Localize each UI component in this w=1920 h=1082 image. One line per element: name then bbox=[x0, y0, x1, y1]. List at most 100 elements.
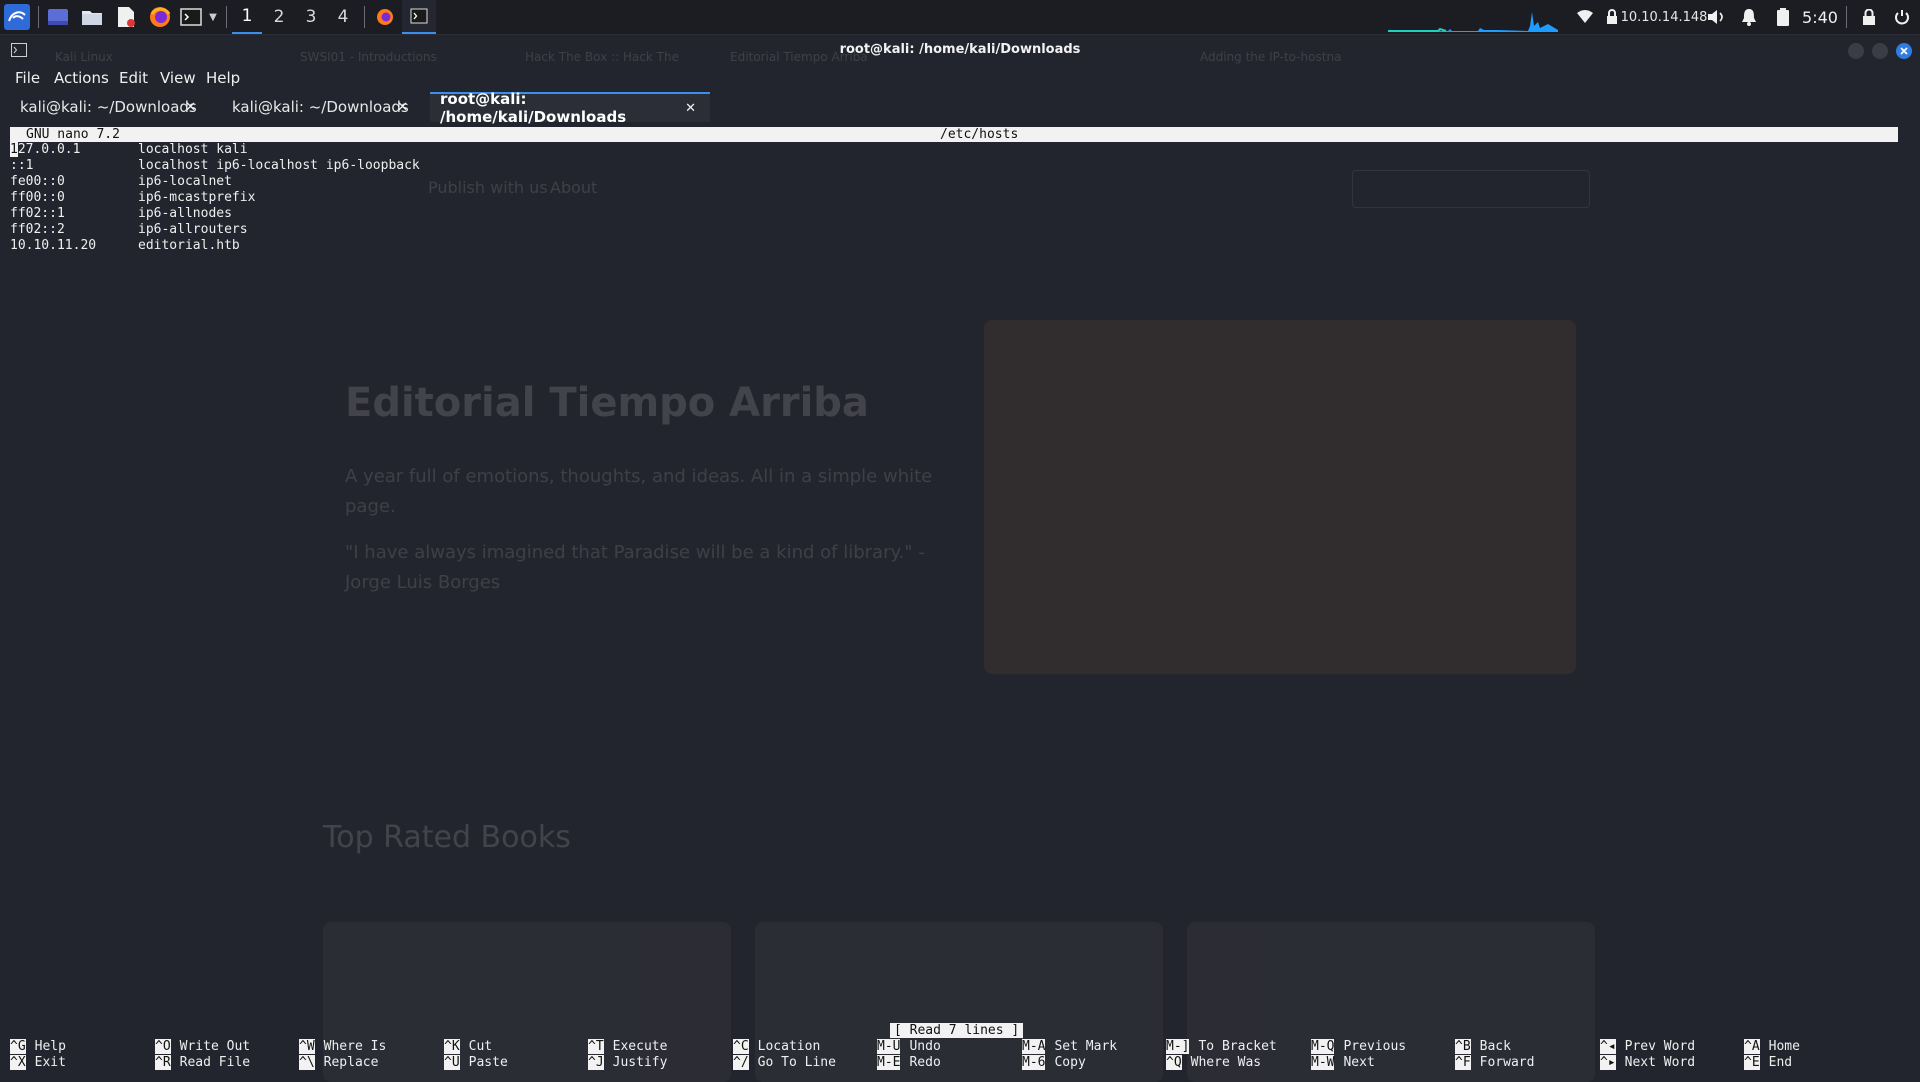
menu-edit[interactable]: Edit bbox=[119, 66, 148, 90]
panel-separator bbox=[364, 6, 365, 28]
notification-bell-icon[interactable] bbox=[1736, 0, 1762, 34]
close-tab-icon[interactable]: ✕ bbox=[397, 100, 408, 115]
text-editor-icon[interactable] bbox=[112, 0, 140, 34]
shortcut-label: Write Out bbox=[179, 1039, 251, 1054]
network-graph bbox=[1388, 0, 1558, 34]
nano-shortcut[interactable]: ^Q Where Was bbox=[1166, 1055, 1261, 1071]
bg-hero-title: Editorial Tiempo Arriba bbox=[345, 380, 869, 426]
close-tab-icon[interactable]: ✕ bbox=[685, 101, 696, 116]
hosts-line[interactable]: 10.10.11.20 editorial.htb bbox=[10, 238, 240, 254]
wifi-icon[interactable] bbox=[1574, 0, 1596, 34]
nano-shortcut[interactable]: M-W Next bbox=[1311, 1055, 1375, 1071]
hosts-line[interactable]: fe00::0 ip6-localnet bbox=[10, 174, 232, 190]
firefox-icon[interactable] bbox=[146, 0, 174, 34]
nano-version: GNU nano 7.2 bbox=[26, 127, 120, 142]
shortcut-label: Next Word bbox=[1624, 1055, 1696, 1070]
nano-shortcut[interactable]: M-Q Previous bbox=[1311, 1039, 1406, 1055]
file-manager-icon[interactable] bbox=[78, 0, 106, 34]
menu-help[interactable]: Help bbox=[206, 66, 240, 90]
clock[interactable]: 5:40 bbox=[1800, 0, 1840, 34]
shortcut-key: ^◂ bbox=[1600, 1039, 1616, 1054]
hosts-line[interactable]: 127.0.0.1 localhost kali bbox=[10, 142, 248, 158]
hosts-line[interactable]: ff00::0 ip6-mcastprefix bbox=[10, 190, 255, 206]
power-icon[interactable] bbox=[1888, 0, 1916, 34]
shortcut-key: ^E bbox=[1744, 1055, 1760, 1070]
terminal-tab-1[interactable]: kali@kali: ~/Downloads ✕ bbox=[10, 92, 210, 122]
nano-shortcut[interactable]: ^X Exit bbox=[10, 1055, 66, 1071]
nano-shortcut[interactable]: ^W Where Is bbox=[299, 1039, 386, 1055]
bg-hero-text: A year full of emotions, thoughts, and i… bbox=[345, 466, 933, 517]
shortcut-key: M-Q bbox=[1311, 1039, 1335, 1054]
workspace-1[interactable]: 1 bbox=[232, 0, 262, 34]
nano-shortcut[interactable]: M-U Undo bbox=[877, 1039, 941, 1055]
volume-icon[interactable] bbox=[1704, 0, 1730, 34]
nano-shortcut[interactable]: ^◂ Prev Word bbox=[1600, 1039, 1695, 1055]
menu-file[interactable]: File bbox=[15, 66, 40, 90]
close-window-button[interactable] bbox=[1896, 43, 1912, 59]
nano-shortcut[interactable]: M-A Set Mark bbox=[1022, 1039, 1117, 1055]
hosts-line[interactable]: ff02::1 ip6-allnodes bbox=[10, 206, 232, 222]
nano-shortcut[interactable]: ^\ Replace bbox=[299, 1055, 378, 1071]
menu-view[interactable]: View bbox=[160, 66, 196, 90]
nano-shortcut[interactable]: ^B Back bbox=[1455, 1039, 1511, 1055]
nano-status-message: [ Read 7 lines ] bbox=[890, 1023, 1024, 1038]
shortcut-label: Read File bbox=[179, 1055, 251, 1070]
shortcut-label: Back bbox=[1479, 1039, 1511, 1054]
nano-shortcut[interactable]: ^J Justify bbox=[588, 1055, 667, 1071]
nano-shortcut[interactable]: ^G Help bbox=[10, 1039, 66, 1055]
shortcut-label: Set Mark bbox=[1054, 1039, 1118, 1054]
menu-actions[interactable]: Actions bbox=[54, 66, 109, 90]
terminal-launcher-icon[interactable] bbox=[178, 0, 204, 34]
nano-shortcut[interactable]: ^E End bbox=[1744, 1055, 1792, 1071]
taskbar-firefox-icon[interactable] bbox=[372, 0, 398, 34]
nano-shortcut[interactable]: ^R Read File bbox=[155, 1055, 250, 1071]
nano-shortcut[interactable]: M-] To Bracket bbox=[1166, 1039, 1277, 1055]
workspace-3[interactable]: 3 bbox=[296, 0, 326, 34]
shortcut-key: M-U bbox=[877, 1039, 901, 1054]
nano-shortcut[interactable]: ^A Home bbox=[1744, 1039, 1800, 1055]
shortcut-key: ^Q bbox=[1166, 1055, 1182, 1070]
nano-shortcut[interactable]: ^F Forward bbox=[1455, 1055, 1534, 1071]
nano-shortcut[interactable]: ^C Location bbox=[733, 1039, 820, 1055]
nano-shortcut[interactable]: ^▸ Next Word bbox=[1600, 1055, 1695, 1071]
shortcut-label: Forward bbox=[1479, 1055, 1535, 1070]
kali-menu-icon[interactable] bbox=[2, 0, 32, 34]
shortcut-label: Execute bbox=[612, 1039, 668, 1054]
shortcut-key: ^X bbox=[10, 1055, 26, 1070]
tab-label: kali@kali: ~/Downloads bbox=[232, 98, 409, 116]
shortcut-key: ^W bbox=[299, 1039, 315, 1054]
shortcut-label: Cut bbox=[468, 1039, 493, 1054]
nano-shortcut[interactable]: ^K Cut bbox=[444, 1039, 492, 1055]
maximize-button[interactable] bbox=[1872, 43, 1888, 59]
shortcut-key: ^F bbox=[1455, 1055, 1471, 1070]
nano-filename: /etc/hosts bbox=[940, 127, 1019, 142]
workspace-4[interactable]: 4 bbox=[328, 0, 358, 34]
terminal-tab-3[interactable]: root@kali: /home/kali/Downloads ✕ bbox=[430, 90, 710, 126]
chevron-down-icon[interactable]: ▼ bbox=[206, 0, 220, 34]
minimize-button[interactable] bbox=[1848, 43, 1864, 59]
hosts-line[interactable]: ::1 localhost ip6-localhost ip6-loopback bbox=[10, 158, 420, 174]
shortcut-key: M-6 bbox=[1022, 1055, 1046, 1070]
taskbar-terminal-icon[interactable] bbox=[402, 0, 436, 34]
shortcut-label: Replace bbox=[323, 1055, 379, 1070]
text-cursor: 1 bbox=[10, 142, 18, 157]
nano-shortcut[interactable]: ^T Execute bbox=[588, 1039, 667, 1055]
shortcut-key: ^/ bbox=[733, 1055, 749, 1070]
close-tab-icon[interactable]: ✕ bbox=[185, 100, 196, 115]
lock-screen-icon[interactable] bbox=[1856, 0, 1882, 34]
terminal-tab-2[interactable]: kali@kali: ~/Downloads ✕ bbox=[222, 92, 422, 122]
hosts-line[interactable]: ff02::2 ip6-allrouters bbox=[10, 222, 248, 238]
shortcut-label: Undo bbox=[909, 1039, 941, 1054]
shortcut-label: Exit bbox=[34, 1055, 66, 1070]
panel-separator bbox=[1846, 6, 1847, 28]
nano-shortcut[interactable]: ^O Write Out bbox=[155, 1039, 250, 1055]
workspace-2[interactable]: 2 bbox=[264, 0, 294, 34]
bg-library-image bbox=[984, 320, 1576, 674]
nano-shortcut[interactable]: ^U Paste bbox=[444, 1055, 508, 1071]
nano-shortcut[interactable]: M-6 Copy bbox=[1022, 1055, 1086, 1071]
shortcut-label: Justify bbox=[612, 1055, 668, 1070]
nano-shortcut[interactable]: ^/ Go To Line bbox=[733, 1055, 836, 1071]
nano-shortcut[interactable]: M-E Redo bbox=[877, 1055, 941, 1071]
show-desktop-icon[interactable] bbox=[44, 0, 72, 34]
tab-label: kali@kali: ~/Downloads bbox=[20, 98, 197, 116]
